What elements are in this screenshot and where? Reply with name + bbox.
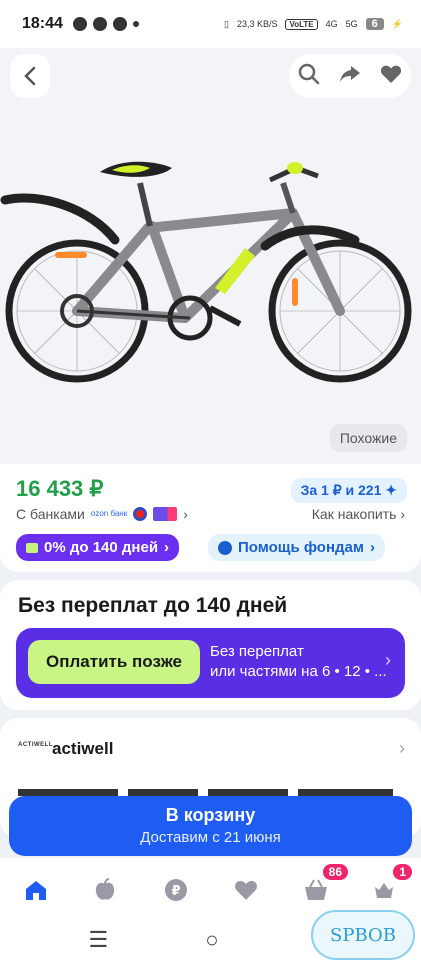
product-title-clipped-icon [18,789,393,796]
nav-profile[interactable]: 1 [366,864,412,908]
favorite-button[interactable] [380,64,402,89]
status-bar: 18:44 ▯ 23,3 KB/S VoLTE 4G 5G 6 ⚡ [0,0,421,48]
installment-banner[interactable]: Оплатить позже Без переплат или частями … [16,628,405,698]
charity-pill[interactable]: Помощь фондам › [208,534,385,561]
cart-count-badge: 86 [322,864,348,880]
watermark-logo: SPBOB [311,910,415,960]
back-button[interactable] [10,54,50,98]
chevron-right-icon: › [385,650,391,670]
points-text: За 1 ₽ и 221 [300,482,382,498]
installment-line-1: Без переплат [210,643,304,660]
how-to-save-link[interactable]: Как накопить › [312,506,405,522]
profile-crown-icon [375,883,393,898]
heart-icon [380,65,401,83]
message-icon [72,17,87,31]
chevron-right-icon: › [399,738,405,758]
ozon-bank-logo: ozon банк [90,509,128,518]
nav-cart[interactable]: 86 [298,864,348,908]
chevron-left-icon [24,66,36,86]
share-button[interactable] [339,64,361,89]
battery-indicator: 6 [365,18,384,30]
basket-icon [305,879,327,900]
banks-label: С банками [16,506,85,522]
volte-badge: VoLTE [285,18,318,30]
add-to-cart-label: В корзину [165,805,256,825]
search-button[interactable] [298,63,320,90]
signal-5g: 5G [345,19,358,29]
pay-later-button[interactable]: Оплатить позже [28,640,200,684]
share-icon [339,65,360,82]
network-speed: 23,3 KB/S [236,19,278,29]
installment-pill[interactable]: 0% до 140 дней › [16,534,180,561]
similar-products-button[interactable]: Похожие [329,424,407,452]
save-label: Как накопить [311,506,397,522]
vibrate-icon: ▯ [223,18,229,29]
chat-icon [92,17,107,31]
coin-icon [218,540,232,555]
signal-4g: 4G [325,19,338,29]
product-title-partial [18,782,398,796]
nav-fresh[interactable] [87,872,123,908]
bottom-navigation: ₽ 86 1 ☰ ○ ◁ SPBOB [0,858,421,960]
notification-icons [72,17,139,31]
installment-description: Без переплат или частями на 6 • 12 • ... [210,642,387,682]
chevron-right-icon: › [400,506,405,522]
nav-finance[interactable]: ₽ [158,872,194,908]
sparkle-icon: ✦ [385,482,397,498]
apple-icon [95,878,115,900]
chevron-right-icon: › [164,539,170,556]
svg-text:₽: ₽ [171,884,180,899]
delivery-date: Доставим с 21 июня [140,829,281,846]
more-dot-icon [132,21,139,27]
card-logo-icon [153,507,178,521]
points-badge[interactable]: За 1 ₽ и 221 ✦ [290,478,407,503]
charging-icon: ⚡ [391,18,403,29]
home-system-button[interactable]: ○ [205,927,218,953]
product-gallery[interactable]: Похожие [0,48,421,464]
ruble-icon: ₽ [165,879,187,901]
home-icon [26,881,46,900]
recent-apps-button[interactable]: ☰ [89,927,109,953]
installment-title: Без переплат до 140 дней [18,594,288,617]
price-card: 16 433 ₽ За 1 ₽ и 221 ✦ С банками ozon б… [0,464,421,572]
search-icon [299,63,320,84]
chevron-right-icon: › [369,539,375,556]
nav-home[interactable] [18,872,54,908]
status-right: ▯ 23,3 KB/S VoLTE 4G 5G 6 ⚡ [224,18,403,30]
seller-logo: ACTIWELL [18,742,53,748]
heart-icon [235,880,257,900]
whatsapp-icon [112,17,127,31]
installment-line-2: или частями на 6 • 12 • ... [210,663,387,680]
installment-pill-label: 0% до 140 дней [44,539,159,556]
charity-pill-label: Помощь фондам [238,539,364,556]
product-actions [289,54,411,98]
nav-favorites[interactable] [228,872,264,908]
bank-offers[interactable]: С банками ozon банк › [16,506,188,522]
profile-notification-badge: 1 [393,864,412,880]
seller-name: actiwell [52,739,114,758]
status-time: 18:44 [22,15,63,32]
card-icon [26,542,38,553]
chevron-right-icon: › [183,506,188,522]
installment-card: Без переплат до 140 дней Оплатить позже … [0,580,421,710]
add-to-cart-button[interactable]: В корзину Доставим с 21 июня [9,796,412,856]
product-bicycle-image [0,161,412,383]
bank-logo-icon [133,507,148,521]
